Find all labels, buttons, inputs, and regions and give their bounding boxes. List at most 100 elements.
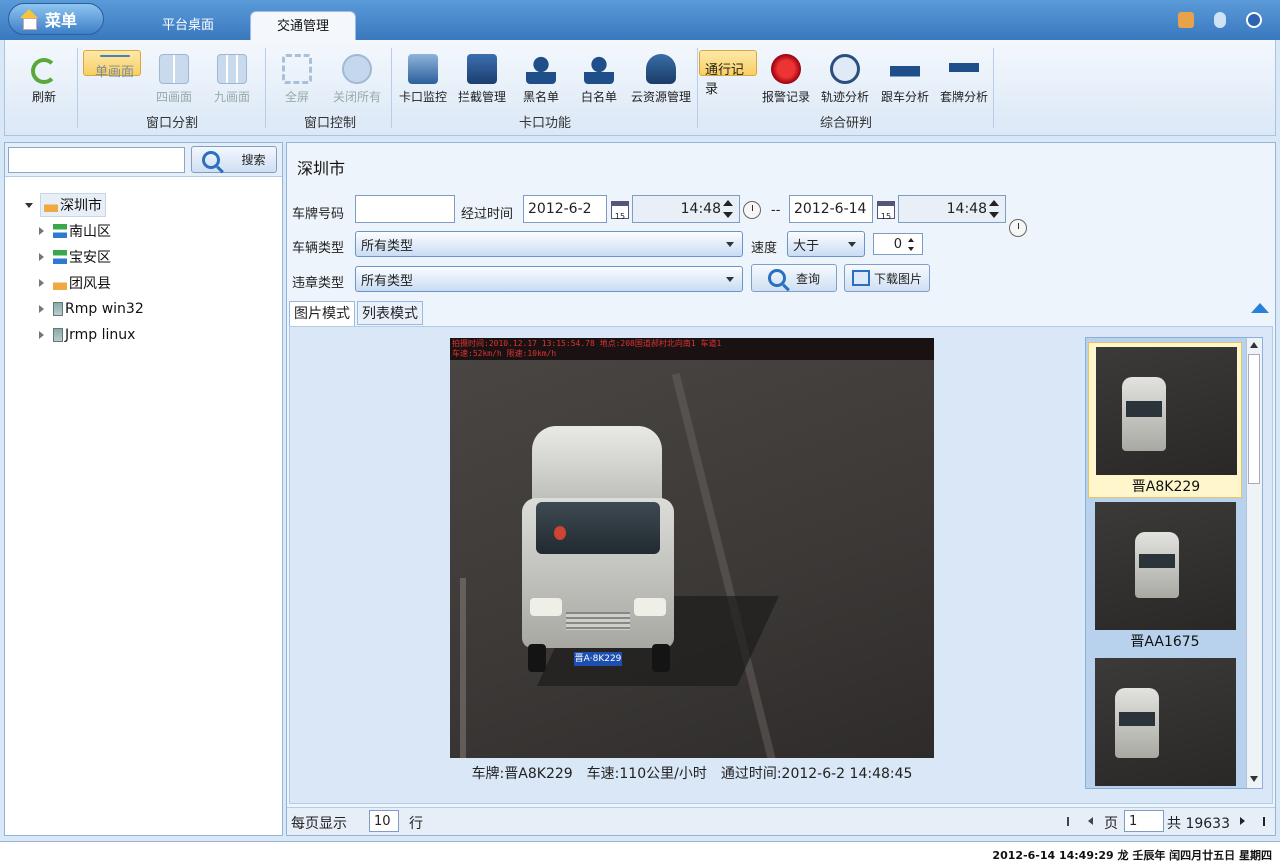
- server-icon: [53, 302, 63, 316]
- thumbnail-item[interactable]: 晋A8K229: [1088, 342, 1242, 498]
- whitelist-icon: [584, 54, 614, 84]
- start-date-input[interactable]: 2012-6-2: [523, 195, 607, 223]
- checkpoint-monitor-button[interactable]: 卡口监控: [395, 50, 451, 112]
- end-time-value: 14:48: [946, 201, 987, 217]
- skin-icon[interactable]: [1214, 12, 1226, 28]
- speed-input[interactable]: 0: [873, 233, 923, 255]
- last-page-icon[interactable]: [1257, 817, 1265, 826]
- time-spinner[interactable]: [987, 197, 1001, 221]
- end-time-input[interactable]: 14:48: [898, 195, 1006, 223]
- home-icon: [19, 9, 39, 30]
- spin-up-icon[interactable]: [723, 200, 733, 206]
- thumbnail-item[interactable]: 晋AA1675: [1088, 498, 1242, 654]
- close-all-button[interactable]: 关闭所有: [325, 50, 389, 112]
- tree-node-label: Rmp win32: [65, 301, 144, 317]
- track-icon: [830, 54, 860, 84]
- vehicle-type-value: 所有类型: [361, 238, 414, 254]
- cloud-resource-button[interactable]: 云资源管理: [627, 50, 695, 112]
- violation-type-select[interactable]: 所有类型: [355, 266, 743, 292]
- search-button[interactable]: 搜索: [191, 146, 277, 173]
- thumbnail-scrollbar[interactable]: [1246, 338, 1262, 788]
- per-page-input[interactable]: 10: [369, 810, 399, 832]
- pass-record-button[interactable]: 通行记录: [699, 50, 757, 97]
- search-input[interactable]: [8, 147, 185, 173]
- tab-traffic-management[interactable]: 交通管理: [250, 11, 357, 40]
- prev-page-icon[interactable]: [1088, 817, 1093, 825]
- download-images-button[interactable]: 下载图片: [844, 264, 930, 292]
- collapse-up-icon[interactable]: [1251, 303, 1269, 313]
- blacklist-label: 黑名单: [522, 90, 559, 104]
- page-input[interactable]: 1: [1124, 810, 1164, 832]
- vehicle-type-select[interactable]: 所有类型: [355, 231, 743, 257]
- tree-node-nanshan[interactable]: 南山区: [39, 219, 111, 243]
- blacklist-button[interactable]: 黑名单: [515, 50, 567, 112]
- server-icon: [53, 328, 63, 342]
- expand-arrow-icon[interactable]: [39, 331, 44, 339]
- tree-node-rmp-win32[interactable]: Rmp win32: [39, 297, 144, 321]
- thumbnail-item[interactable]: [1088, 654, 1242, 786]
- fullscreen-button[interactable]: 全屏: [271, 50, 323, 112]
- cloud-icon: [646, 54, 676, 84]
- collapse-arrow-icon[interactable]: [25, 202, 33, 208]
- expand-arrow-icon[interactable]: [39, 305, 44, 313]
- speed-spinner[interactable]: [904, 235, 918, 253]
- expand-arrow-icon[interactable]: [39, 227, 44, 235]
- ribbon-toolbar: 刷新 单画面 四画面 九画面 窗口分割 全屏 关闭所有 窗口控制 卡口监控 拦截…: [4, 40, 1276, 136]
- scroll-down-icon[interactable]: [1250, 776, 1258, 782]
- clock-icon[interactable]: [743, 201, 761, 219]
- spin-down-icon[interactable]: [989, 212, 999, 218]
- close-all-icon: [342, 54, 372, 84]
- main-vehicle-image[interactable]: 拍摄时间:2010.12.17 13:15:54.78 地点:208国道郝村北向…: [450, 338, 934, 758]
- whitelist-button[interactable]: 白名单: [573, 50, 625, 112]
- tree-node-tuanfeng[interactable]: 团风县: [39, 271, 111, 295]
- total-count: 共 19633: [1167, 816, 1230, 832]
- device-tree-panel: 搜索 深圳市 南山区 宝安区 团风县 Rmp win32 Jrmp linux: [4, 142, 283, 836]
- van-graphic: 晋A·8K229: [518, 426, 779, 686]
- time-spinner[interactable]: [721, 197, 735, 221]
- refresh-button[interactable]: 刷新: [17, 50, 71, 112]
- track-analysis-button[interactable]: 轨迹分析: [817, 50, 873, 112]
- single-view-label: 单画面: [94, 65, 134, 80]
- spin-down-icon[interactable]: [908, 246, 914, 251]
- single-view-button[interactable]: 单画面: [83, 50, 141, 80]
- calendar-icon[interactable]: 15: [611, 201, 629, 221]
- first-page-icon[interactable]: [1067, 817, 1075, 826]
- plate-input[interactable]: [355, 195, 455, 223]
- spin-up-icon[interactable]: [989, 200, 999, 206]
- spin-down-icon[interactable]: [723, 212, 733, 218]
- follow-car-analysis-button[interactable]: 跟车分析: [877, 50, 933, 112]
- expand-arrow-icon[interactable]: [39, 253, 44, 261]
- nine-view-button[interactable]: 九画面: [203, 50, 261, 112]
- start-time-input[interactable]: 14:48: [632, 195, 740, 223]
- fullscreen-icon: [282, 54, 312, 84]
- alarm-record-label: 报警记录: [761, 90, 810, 104]
- scroll-thumb[interactable]: [1248, 354, 1260, 484]
- tab-image-mode[interactable]: 图片模式: [289, 301, 355, 327]
- next-page-icon[interactable]: [1240, 817, 1245, 825]
- tab-list-mode[interactable]: 列表模式: [357, 301, 423, 325]
- user-icon[interactable]: [1178, 12, 1194, 28]
- tab-platform-desktop[interactable]: 平台桌面: [136, 11, 240, 40]
- vehicle-type-label: 车辆类型: [292, 241, 345, 256]
- thumbnail-image: [1095, 658, 1236, 786]
- refresh-label: 刷新: [31, 90, 56, 104]
- query-button[interactable]: 查询: [751, 264, 837, 292]
- expand-arrow-icon[interactable]: [39, 279, 44, 287]
- collapse-icon[interactable]: [1246, 12, 1262, 28]
- home-icon: [53, 276, 67, 290]
- four-view-button[interactable]: 四画面: [145, 50, 203, 112]
- alarm-record-button[interactable]: 报警记录: [761, 50, 811, 112]
- calendar-icon[interactable]: 15: [877, 201, 895, 221]
- nine-view-icon: [217, 54, 247, 84]
- tree-node-jrmp-linux[interactable]: Jrmp linux: [39, 323, 135, 347]
- fake-plate-analysis-button[interactable]: 套牌分析: [935, 50, 993, 112]
- tree-node-baoan[interactable]: 宝安区: [39, 245, 111, 269]
- spin-up-icon[interactable]: [908, 237, 914, 242]
- speed-op-select[interactable]: 大于: [787, 231, 865, 257]
- menu-button[interactable]: 菜单: [8, 3, 104, 35]
- scroll-up-icon[interactable]: [1250, 342, 1258, 348]
- end-date-input[interactable]: 2012-6-14: [789, 195, 873, 223]
- tree-node-shenzhen[interactable]: 深圳市: [25, 193, 106, 217]
- intercept-manage-button[interactable]: 拦截管理: [453, 50, 511, 112]
- clock-icon[interactable]: [1009, 219, 1027, 237]
